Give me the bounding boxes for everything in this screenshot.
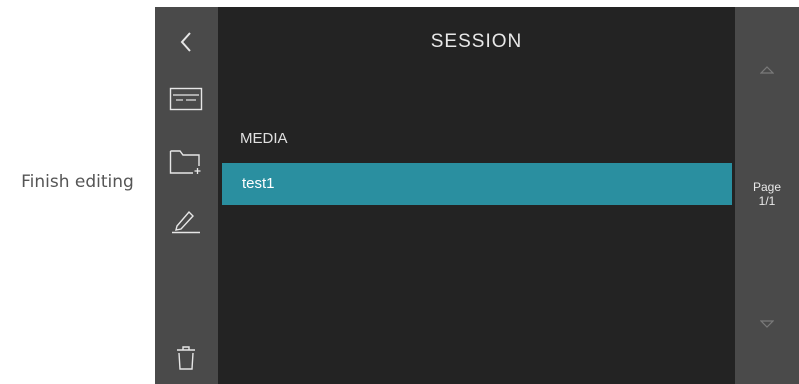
pencil-icon[interactable] — [167, 203, 205, 237]
finish-editing-hint: Finish editing — [21, 172, 134, 192]
section-label: MEDIA — [240, 130, 288, 147]
page-title: SESSION — [430, 31, 523, 52]
left-toolbar — [155, 7, 218, 384]
session-card-icon[interactable] — [167, 82, 205, 116]
trash-icon[interactable] — [167, 341, 205, 375]
pager-bar: Page 1/1 — [735, 7, 799, 384]
session-list-item[interactable]: test1 — [222, 163, 732, 205]
session-item-label: test1 — [242, 175, 275, 192]
page-position: 1/1 — [758, 194, 776, 208]
folder-add-icon[interactable] — [167, 145, 205, 179]
page-label: Page — [752, 180, 782, 194]
chevron-left-icon[interactable] — [167, 25, 205, 59]
page-indicator: Page 1/1 — [735, 180, 799, 208]
triangle-down-icon[interactable] — [759, 320, 775, 332]
triangle-up-icon[interactable] — [759, 66, 775, 78]
session-panel: SESSION MEDIA test1 — [218, 7, 735, 384]
